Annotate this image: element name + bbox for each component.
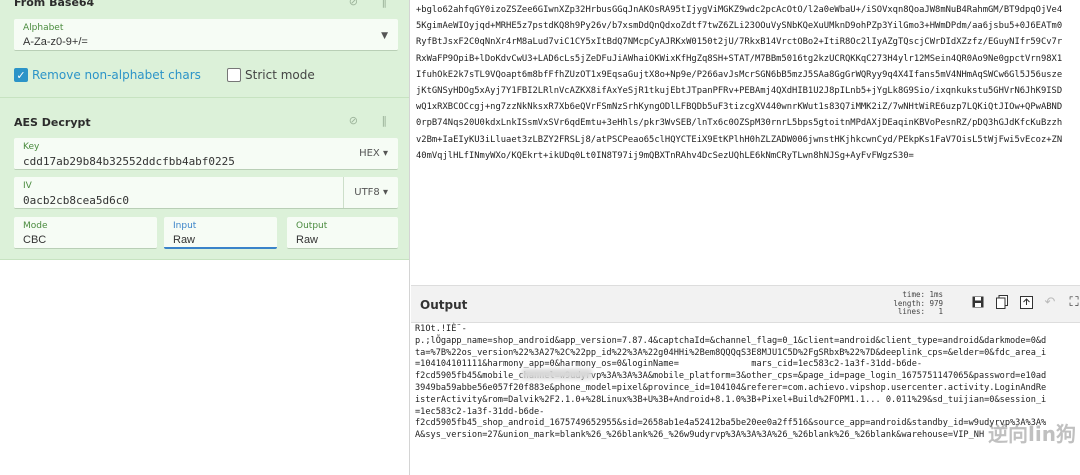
copy-icon[interactable] xyxy=(995,294,1009,310)
operation-controls[interactable]: ⊘ ‖ xyxy=(349,114,397,127)
output-textarea[interactable]: R1Ot.!IÈ¨- p.;lÕgapp_name=shop_android&a… xyxy=(411,323,1080,475)
recipe-empty-area xyxy=(0,260,409,475)
output-format-value: Raw xyxy=(296,234,319,246)
lines-value: 1 xyxy=(938,307,943,316)
alphabet-select[interactable]: Alphabet A-Za-z0-9+/= ▼ xyxy=(14,19,398,51)
cyberchef-window: From Base64 ⊘ ‖ Alphabet A-Za-z0-9+/= ▼ … xyxy=(0,0,1080,475)
output-stats: time: 1ms length: 979 lines: 1 xyxy=(893,290,943,316)
operation-title: AES Decrypt xyxy=(14,116,91,129)
redacted-login-name xyxy=(522,369,592,379)
mode-select[interactable]: Mode CBC xyxy=(14,217,157,249)
chevron-down-icon[interactable]: ▼ xyxy=(381,31,388,41)
output-toolbar: ↶ ⛶ xyxy=(971,294,1080,310)
checkmark-icon[interactable]: ✓ xyxy=(14,68,28,82)
undo-icon[interactable]: ↶ xyxy=(1043,294,1057,310)
key-value[interactable]: cdd17ab29b84b32552ddcfbb4abf0225 xyxy=(23,155,235,168)
iv-value[interactable]: 0acb2cb8cea5d6c0 xyxy=(23,194,129,207)
iv-label: IV xyxy=(23,181,32,191)
output-text: R1Ot.!IÈ¨- p.;lÕgapp_name=shop_android&a… xyxy=(415,324,1047,441)
remove-nonalphabet-checkbox[interactable]: ✓ Remove non-alphabet chars xyxy=(14,68,201,82)
maximise-icon[interactable]: ⛶ xyxy=(1067,294,1080,310)
replace-input-icon[interactable] xyxy=(1019,294,1033,310)
strict-mode-checkbox[interactable]: Strict mode xyxy=(227,68,315,82)
recipe-panel: From Base64 ⊘ ‖ Alphabet A-Za-z0-9+/= ▼ … xyxy=(0,0,410,475)
iv-input[interactable]: IV 0acb2cb8cea5d6c0 UTF8 ▾ xyxy=(14,177,398,209)
empty-checkbox-icon[interactable] xyxy=(227,68,241,82)
key-input[interactable]: Key cdd17ab29b84b32552ddcfbb4abf0225 HEX… xyxy=(14,138,398,170)
output-format-label: Output xyxy=(296,221,328,231)
output-format-select[interactable]: Output Raw xyxy=(287,217,398,249)
watermark-logo: 逆向lin狗 xyxy=(988,422,1076,446)
save-icon[interactable] xyxy=(971,294,985,310)
key-encoding-dropdown[interactable]: HEX ▾ xyxy=(349,138,398,169)
alphabet-label: Alphabet xyxy=(23,23,64,33)
output-header: Output time: 1ms length: 979 lines: 1 ↶ ⛶ xyxy=(411,285,1080,323)
from-base64-operation: From Base64 ⊘ ‖ Alphabet A-Za-z0-9+/= ▼ … xyxy=(0,0,409,98)
operation-title: From Base64 xyxy=(14,0,95,9)
mode-value: CBC xyxy=(23,234,47,246)
input-textarea[interactable]: +bglo62ahfqGY0izoZSZee6GIwnXZp32HrbusGGq… xyxy=(411,0,1080,285)
iv-encoding-dropdown[interactable]: UTF8 ▾ xyxy=(343,177,398,208)
input-format-value: Raw xyxy=(173,234,196,246)
mode-label: Mode xyxy=(23,221,48,231)
output-title: Output xyxy=(420,298,468,312)
key-label: Key xyxy=(23,142,40,152)
input-format-label: Input xyxy=(173,221,197,231)
input-format-select[interactable]: Input Raw xyxy=(164,217,277,249)
operation-controls[interactable]: ⊘ ‖ xyxy=(349,0,397,8)
aes-decrypt-operation: AES Decrypt ⊘ ‖ Key cdd17ab29b84b32552dd… xyxy=(0,98,409,260)
input-text[interactable]: +bglo62ahfqGY0izoZSZee6GIwnXZp32HrbusGGq… xyxy=(411,0,1080,164)
alphabet-value: A-Za-z0-9+/= xyxy=(23,36,88,48)
